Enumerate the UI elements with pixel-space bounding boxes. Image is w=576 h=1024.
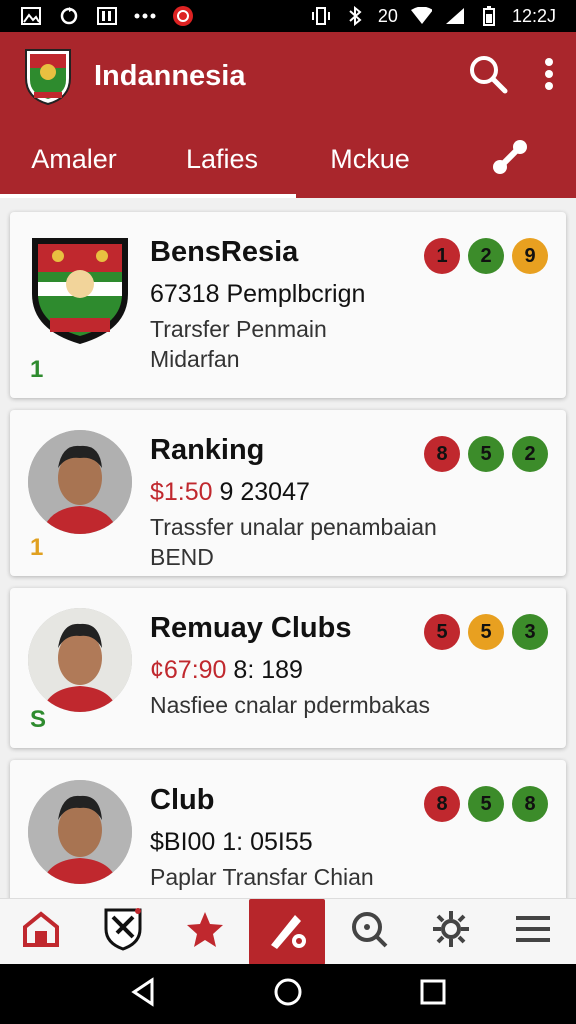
stats-value: 67318 Pemplbcrign (150, 280, 366, 308)
tab-label: Lafies (185, 143, 259, 174)
rank-label: 1 (30, 356, 44, 383)
app-bar: Indannesia Amaler Lafies Mckue (0, 32, 576, 198)
list-item[interactable]: S Remuay Clubs ¢67:90 8: 189 Nasfiee cna… (10, 588, 566, 748)
overflow-menu-icon[interactable] (544, 57, 554, 96)
club-name: Remuay Clubs (150, 612, 352, 644)
list-item[interactable]: 1 BensResia 67318 Pemplbcrign Trarsfer P… (10, 212, 566, 398)
club-crest-icon (28, 234, 132, 346)
gallery-icon (20, 6, 42, 26)
player-avatar (28, 780, 132, 884)
price-value: ¢67:90 (150, 656, 227, 684)
nav-favorites[interactable] (164, 899, 246, 965)
status-badge: 5 (468, 436, 504, 472)
wifi-icon (410, 6, 432, 26)
status-badge: 3 (512, 614, 548, 650)
club-name: Club (150, 784, 215, 816)
bluetooth-icon (344, 6, 366, 26)
status-badge: 8 (424, 436, 460, 472)
tab-label: Mckue (330, 143, 410, 174)
club-logo-icon[interactable] (22, 46, 74, 106)
status-badge: 1 (424, 238, 460, 274)
system-nav-bar (0, 964, 576, 1024)
transfer-icon (265, 907, 309, 956)
network-label: 20 (377, 5, 398, 26)
sync-icon (58, 6, 80, 26)
home-button-icon[interactable] (273, 977, 303, 1012)
settings-icon (431, 909, 471, 954)
nav-search[interactable] (328, 899, 410, 965)
rank-label: S (30, 706, 47, 733)
status-badge: 8 (424, 786, 460, 822)
nav-menu[interactable] (492, 899, 574, 965)
player-avatar (28, 608, 132, 712)
list-item[interactable]: 1 Ranking $1:50 9 23047 Trassfer unalar … (10, 410, 566, 576)
player-avatar (28, 430, 132, 534)
search-icon (349, 909, 389, 954)
recents-icon[interactable] (418, 977, 448, 1012)
news-icon (96, 6, 118, 26)
tab-bar: Amaler Lafies Mckue (0, 120, 576, 198)
notification-icon (172, 6, 194, 26)
transfer-text: Nasfiee cnalar pdermbakas (150, 692, 430, 718)
status-badge: 8 (512, 786, 548, 822)
status-bar: 20 12:2J (0, 0, 576, 32)
vibrate-icon (310, 6, 332, 26)
status-badge: 2 (468, 238, 504, 274)
app-title: Indannesia (94, 59, 246, 92)
badge-group: 1 2 9 (424, 238, 548, 274)
status-badge: 5 (468, 786, 504, 822)
clock: 12:2J (511, 5, 556, 26)
stats-value: $BI00 1: 05I55 (150, 828, 313, 856)
nav-home[interactable] (0, 899, 82, 965)
stats-line: $1:50 9 23047 (150, 478, 310, 507)
badge-group: 5 5 3 (424, 614, 548, 650)
tab-lafies[interactable]: Lafies (148, 120, 296, 198)
signal-icon (444, 6, 466, 26)
bottom-nav (0, 898, 576, 965)
badge-group: 8 5 2 (424, 436, 548, 472)
back-icon[interactable] (128, 976, 158, 1012)
home-icon (21, 909, 61, 954)
price-value: $1:50 (150, 478, 213, 506)
stats-line: 67318 Pemplbcrign (150, 280, 365, 309)
menu-icon (515, 913, 551, 950)
transfer-text: Trarsfer Penmain (150, 316, 327, 342)
tab-label: Amaler (31, 143, 117, 174)
stats-line: ¢67:90 8: 189 (150, 656, 303, 685)
club-name: Ranking (150, 434, 265, 466)
transfer-text: Paplar Transfar Chian (150, 864, 374, 890)
transfer-tool-icon (490, 137, 530, 182)
stats-value: 9 23047 (212, 478, 310, 506)
position-text: BEND (150, 544, 214, 570)
nav-settings[interactable] (410, 899, 492, 965)
tab-mckue[interactable]: Mckue (296, 120, 444, 198)
battery-icon (478, 6, 500, 26)
list-item[interactable]: Club $BI00 1: 05I55 Paplar Transfar Chia… (10, 760, 566, 910)
star-icon (185, 909, 225, 954)
position-text: Midarfan (150, 346, 240, 372)
more-dots-icon (134, 6, 156, 26)
status-badge: 2 (512, 436, 548, 472)
nav-transfers[interactable] (249, 898, 325, 965)
badge-group: 8 5 8 (424, 786, 548, 822)
stats-value: 8: 189 (226, 656, 303, 684)
status-badge: 9 (512, 238, 548, 274)
transfer-text: Trassfer unalar penambaian (150, 514, 437, 540)
club-name: BensResia (150, 236, 299, 268)
tab-more[interactable] (444, 120, 576, 198)
club-crest-icon (103, 907, 143, 956)
nav-club[interactable] (82, 899, 164, 965)
rank-label: 1 (30, 534, 44, 561)
status-badge: 5 (468, 614, 504, 650)
tab-amaler[interactable]: Amaler (0, 120, 148, 198)
search-icon[interactable] (468, 54, 508, 99)
status-badge: 5 (424, 614, 460, 650)
